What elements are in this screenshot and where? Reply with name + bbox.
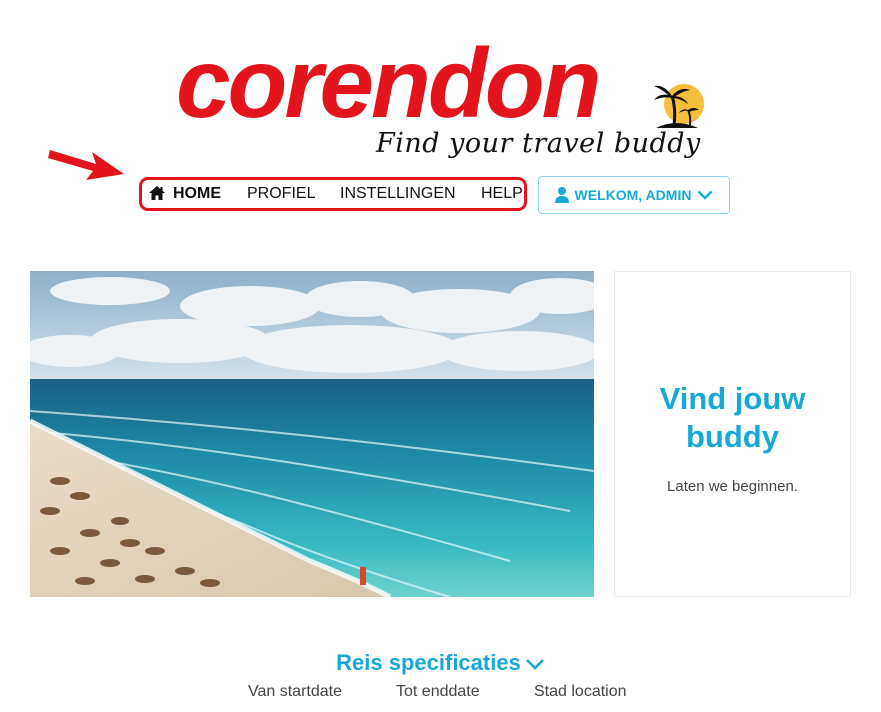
chevron-down-icon [525,659,544,670]
user-menu-label: WELKOM, ADMIN [574,187,692,203]
brand-wordmark: corendon [176,28,601,138]
nav-item-profiel[interactable]: PROFIEL [247,185,315,203]
hero-beach-image [30,271,594,597]
spec-end-label: Tot enddate [396,683,480,700]
hero-card: Vind jouw buddy Laten we beginnen. [614,271,851,597]
nav-item-home[interactable]: HOME [149,185,221,203]
page: corendon Find your travel buddy HOME PRO… [0,0,881,712]
hero-title: Vind jouw buddy [659,381,806,454]
palm-island-icon [654,84,704,128]
chevron-down-icon [698,190,713,200]
spec-start-label: Van startdate [248,683,342,700]
pointer-arrow-icon [48,150,124,180]
brand-tagline: Find your travel buddy [376,128,701,159]
nav-item-instellingen[interactable]: INSTELLINGEN [340,185,456,203]
user-menu-button[interactable]: WELKOM, ADMIN [538,176,730,214]
hero-subtitle: Laten we beginnen. [667,478,798,495]
nav-item-label: HOME [173,185,221,202]
user-icon [554,187,569,203]
brand-logo[interactable]: corendon Find your travel buddy [176,30,716,170]
home-icon [149,186,165,200]
specs-title: Reis specificaties [336,650,521,675]
nav-item-help[interactable]: HELP [481,185,523,203]
spec-location-label: Stad location [534,683,627,700]
specs-toggle[interactable]: Reis specificaties [0,650,881,676]
